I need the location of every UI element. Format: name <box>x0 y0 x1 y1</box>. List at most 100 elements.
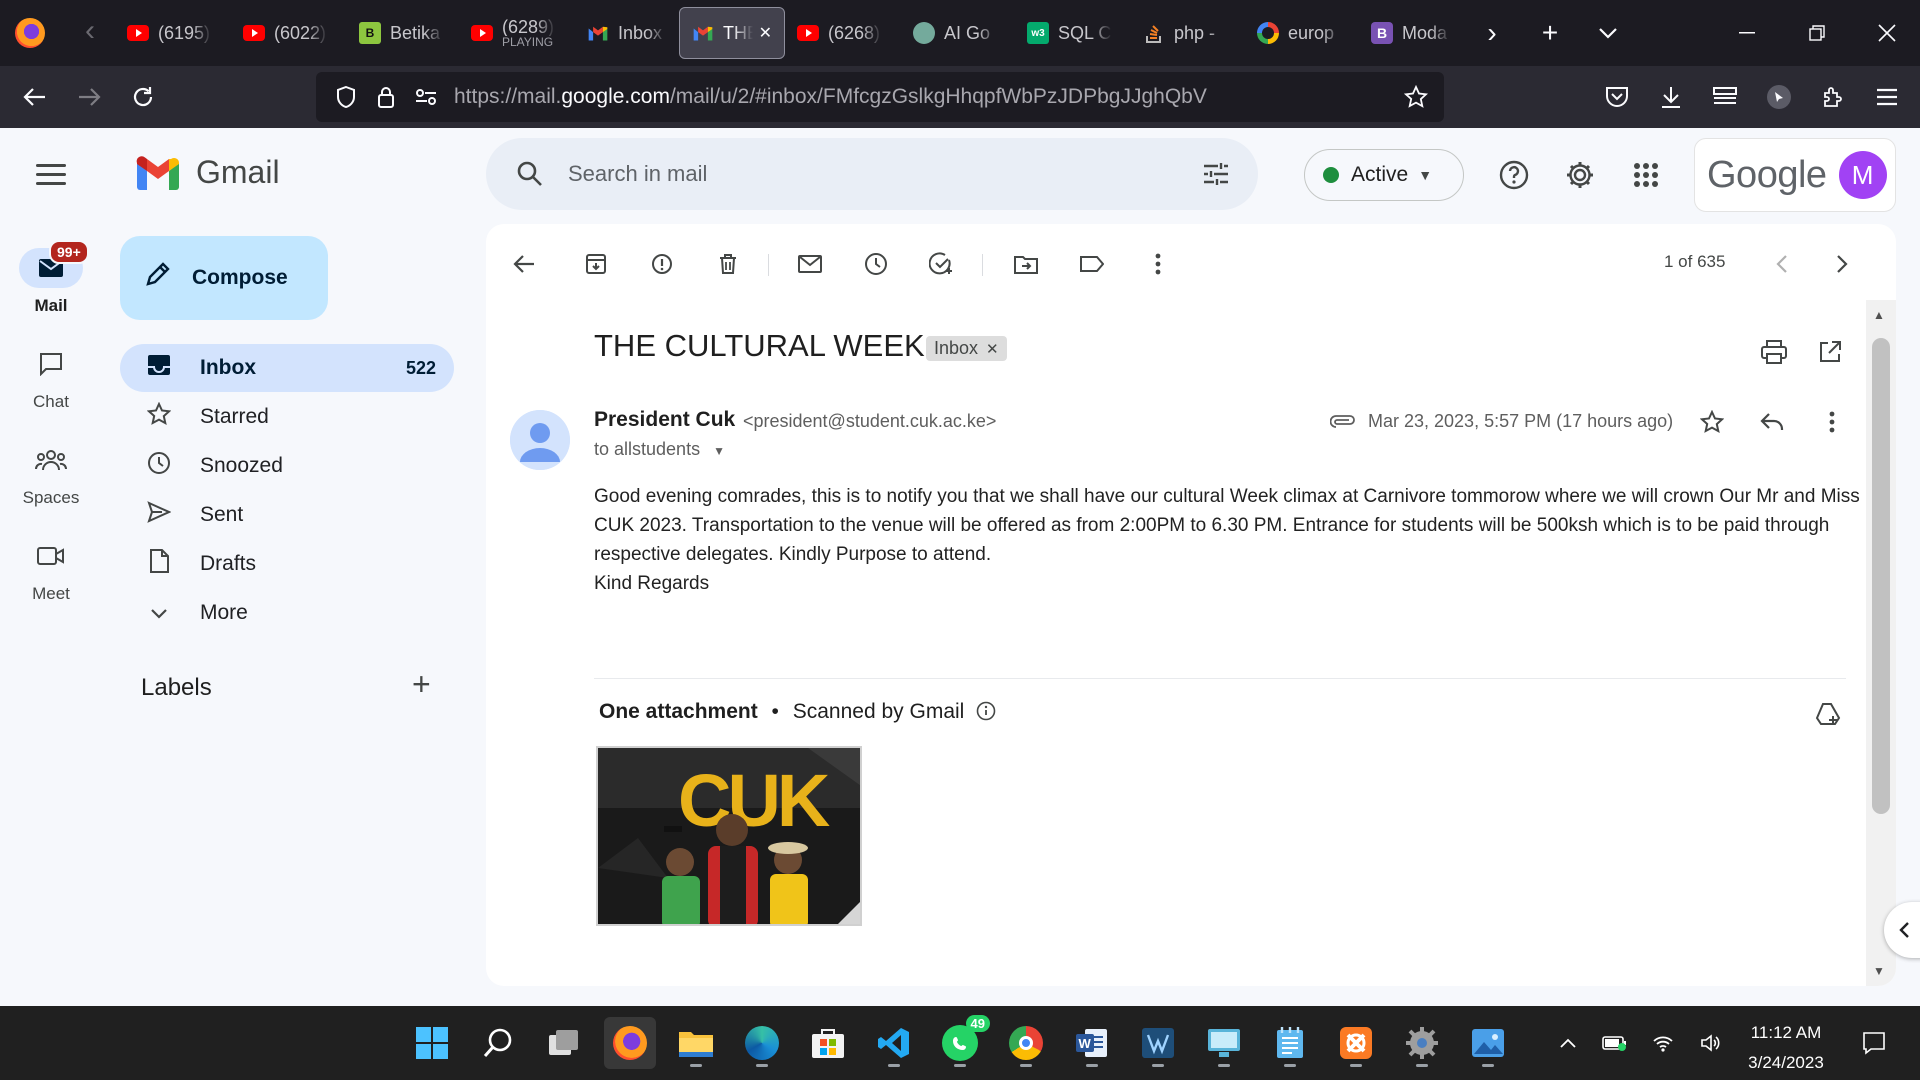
save-to-drive-icon[interactable] <box>1808 694 1848 734</box>
rail-chat[interactable]: Chat <box>0 344 102 412</box>
reply-icon[interactable] <box>1752 402 1792 442</box>
browser-tab[interactable]: B Betika <box>347 7 459 59</box>
rail-spaces[interactable]: Spaces <box>0 440 102 508</box>
list-all-tabs-icon[interactable] <box>1579 0 1637 66</box>
message-more-options-icon[interactable] <box>1812 402 1852 442</box>
delete-trash-icon[interactable] <box>708 244 748 284</box>
tracking-protection-shield-icon[interactable] <box>326 77 366 117</box>
back-to-inbox-icon[interactable] <box>504 244 544 284</box>
vscode-icon[interactable] <box>868 1017 920 1069</box>
rail-mail[interactable]: 99+ Mail <box>0 240 102 316</box>
lock-icon[interactable] <box>366 77 406 117</box>
scroll-down-arrow-icon[interactable]: ▼ <box>1873 964 1885 978</box>
report-spam-icon[interactable] <box>642 244 682 284</box>
battery-charging-icon[interactable] <box>1598 1006 1632 1080</box>
info-icon[interactable] <box>976 701 996 727</box>
back-icon[interactable] <box>8 70 62 124</box>
newer-chevron-left-icon[interactable] <box>1762 244 1802 284</box>
browser-tab[interactable]: (6195) <box>115 7 231 59</box>
scrollbar-thumb[interactable] <box>1872 338 1890 814</box>
mark-unread-envelope-icon[interactable] <box>790 244 830 284</box>
browser-tab[interactable]: B Moda <box>1359 7 1463 59</box>
chrome-icon[interactable] <box>1000 1017 1052 1069</box>
browser-tab[interactable]: (6022) <box>231 7 347 59</box>
folder-more[interactable]: More <box>120 589 454 637</box>
search-icon[interactable] <box>512 156 548 192</box>
browser-tab[interactable]: europ <box>1245 7 1359 59</box>
browser-tab[interactable]: (6268) <box>785 7 901 59</box>
reload-icon[interactable] <box>116 70 170 124</box>
new-tab-icon[interactable]: + <box>1521 0 1579 66</box>
firefox-logo-icon[interactable] <box>15 18 45 48</box>
folder-starred[interactable]: Starred <box>120 393 454 441</box>
main-menu-icon[interactable] <box>36 164 66 191</box>
rail-meet[interactable]: Meet <box>0 536 102 604</box>
browser-tab[interactable]: (6289) PLAYING <box>459 7 575 59</box>
edge-browser-icon[interactable] <box>736 1017 788 1069</box>
browser-tab[interactable]: AI Go <box>901 7 1015 59</box>
snooze-clock-icon[interactable] <box>856 244 896 284</box>
notepad-icon[interactable] <box>1264 1017 1316 1069</box>
browser-tab[interactable]: Inbox <box>575 7 679 59</box>
extension-cursor-icon[interactable] <box>1752 70 1806 124</box>
search-options-sliders-icon[interactable] <box>1200 158 1232 190</box>
pocket-icon[interactable] <box>1590 70 1644 124</box>
firefox-taskbar-icon[interactable] <box>604 1017 656 1069</box>
create-label-plus-icon[interactable]: + <box>412 666 431 703</box>
word-icon[interactable]: W <box>1066 1017 1118 1069</box>
windows-start-icon[interactable] <box>406 1017 458 1069</box>
google-apps-grid-icon[interactable] <box>1622 151 1670 199</box>
show-hidden-icons-chevron-icon[interactable] <box>1552 1006 1584 1080</box>
search-input[interactable]: Search in mail <box>568 161 1200 187</box>
remove-label-close-icon[interactable]: ✕ <box>986 341 999 358</box>
scroll-up-arrow-icon[interactable]: ▲ <box>1873 308 1885 322</box>
compose-button[interactable]: Compose <box>120 236 328 320</box>
gmail-logo[interactable]: Gmail <box>134 154 280 191</box>
show-details-caret-icon[interactable]: ▼ <box>713 444 725 458</box>
inbox-label-chip[interactable]: Inbox ✕ <box>926 336 1007 361</box>
browser-tab-active[interactable]: THE ✕ <box>679 7 785 59</box>
task-view-icon[interactable] <box>538 1017 590 1069</box>
account-avatar[interactable]: M <box>1838 151 1887 199</box>
settings-gear-icon[interactable] <box>1556 151 1604 199</box>
restore-window-icon[interactable] <box>1782 0 1852 66</box>
notification-center-icon[interactable] <box>1854 1006 1894 1080</box>
folder-drafts[interactable]: Drafts <box>120 540 454 588</box>
message-scrollbar[interactable]: ▲ ▼ <box>1866 300 1896 986</box>
wifi-network-icon[interactable] <box>1646 1006 1680 1080</box>
recipients-line[interactable]: to allstudents ▼ <box>594 439 725 460</box>
help-icon[interactable] <box>1490 151 1538 199</box>
whatsapp-icon[interactable]: 49 <box>934 1015 990 1069</box>
move-to-folder-icon[interactable] <box>1006 244 1046 284</box>
remote-desktop-icon[interactable] <box>1198 1017 1250 1069</box>
downloads-icon[interactable] <box>1644 70 1698 124</box>
system-clock[interactable]: 11:12 AM 3/24/2023 <box>1716 1018 1856 1078</box>
sender-name[interactable]: President Cuk <box>594 408 735 432</box>
folder-sent[interactable]: Sent <box>120 491 454 539</box>
add-to-tasks-icon[interactable] <box>922 244 962 284</box>
sync-tabs-icon[interactable] <box>1698 70 1752 124</box>
print-icon[interactable] <box>1754 332 1794 372</box>
more-options-vertical-icon[interactable] <box>1138 244 1178 284</box>
forward-icon[interactable] <box>62 70 116 124</box>
address-bar[interactable]: https://mail.google.com/mail/u/2/#inbox/… <box>316 72 1444 122</box>
browser-tab[interactable]: w3 SQL C <box>1015 7 1131 59</box>
tab-scroll-right-icon[interactable]: › <box>1463 0 1521 66</box>
sender-avatar[interactable] <box>510 410 570 470</box>
photos-icon[interactable] <box>1462 1017 1514 1069</box>
status-dropdown[interactable]: Active ▼ <box>1304 149 1464 201</box>
browser-tab[interactable]: php - <box>1131 7 1245 59</box>
folder-inbox[interactable]: Inbox 522 <box>120 344 454 392</box>
attachment-image-thumbnail[interactable]: CUK <box>596 746 862 926</box>
bookmark-star-icon[interactable] <box>1396 77 1436 117</box>
app-menu-icon[interactable] <box>1860 70 1914 124</box>
star-message-icon[interactable] <box>1692 402 1732 442</box>
site-permissions-icon[interactable] <box>406 77 446 117</box>
close-tab-icon[interactable]: ✕ <box>759 23 772 43</box>
older-chevron-right-icon[interactable] <box>1822 244 1862 284</box>
extensions-puzzle-icon[interactable] <box>1806 70 1860 124</box>
archive-icon[interactable] <box>576 244 616 284</box>
tab-scroll-left-icon[interactable]: ‹ <box>65 0 115 66</box>
file-explorer-icon[interactable] <box>670 1017 722 1069</box>
settings-app-icon[interactable] <box>1396 1017 1448 1069</box>
